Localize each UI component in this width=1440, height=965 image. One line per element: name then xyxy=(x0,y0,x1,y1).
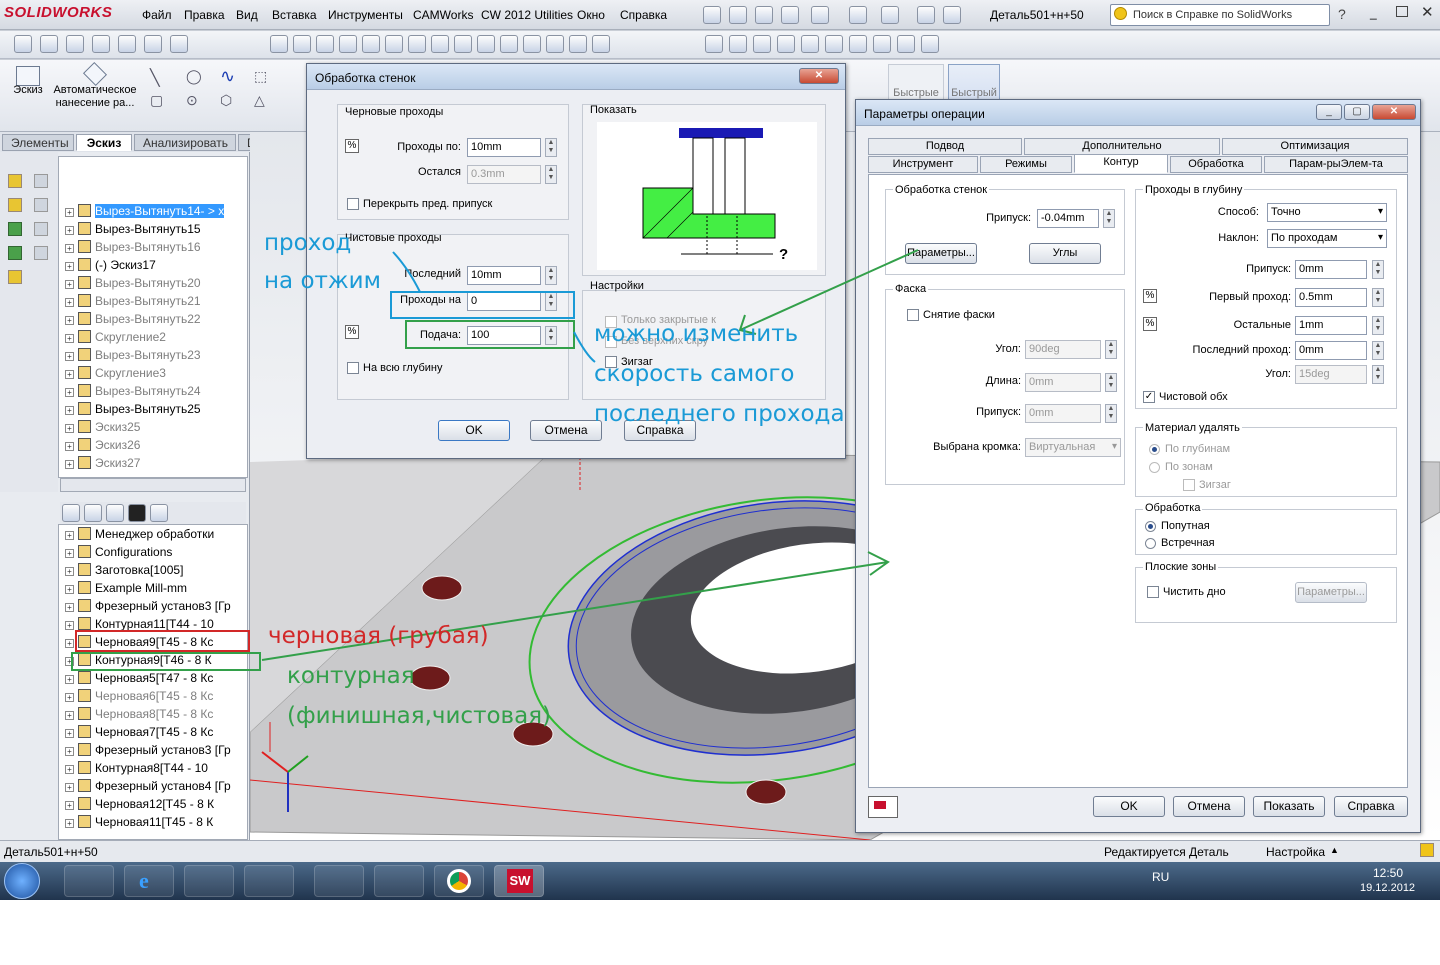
passes-on-highlight xyxy=(390,291,575,319)
annotation-pass-offset: проход на отжим xyxy=(264,230,381,294)
screenshot: SOLIDWORKS Файл Правка Вид Вставка Инструмен… xyxy=(0,0,1440,900)
annotation-contour: контурная (финишная,чистовая) xyxy=(287,663,552,729)
annotation-rough: черновая (грубая) xyxy=(268,623,489,649)
rough-op-highlight xyxy=(75,630,250,652)
annotation-change-speed: можно изменить скорость самого последнег… xyxy=(594,321,845,427)
annotation-overlay xyxy=(71,249,919,671)
change-speed-arrow xyxy=(573,331,596,363)
pass-offset-arrow xyxy=(392,251,421,293)
contour-op-highlight xyxy=(71,652,261,671)
feed-highlight xyxy=(405,320,575,349)
